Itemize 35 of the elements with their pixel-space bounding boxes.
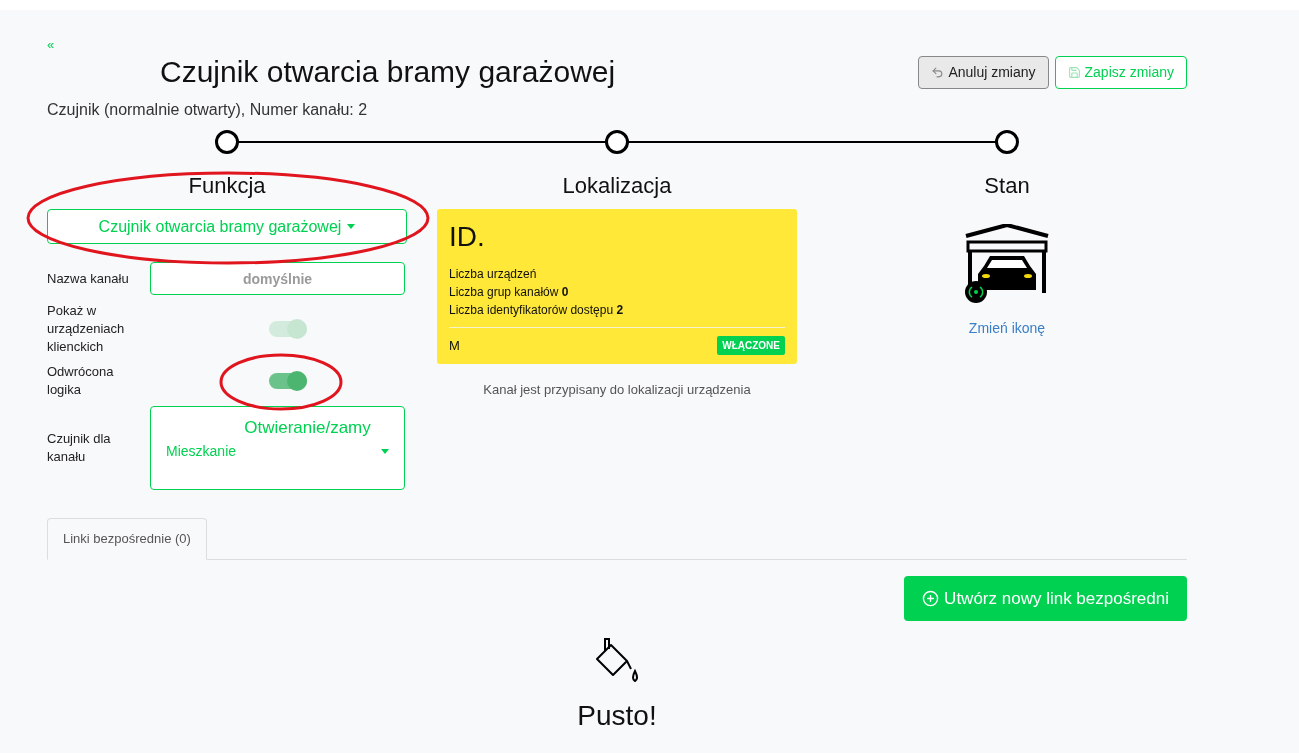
field-label: Odwrócona logika [47,363,115,399]
select-option-text: Otwieranie/zamy [244,417,371,439]
create-link-button[interactable]: Utwórz nowy link bezpośredni [904,576,1187,621]
tab[interactable]: Linki bezpośrednie (0) [47,518,207,560]
field-label: Pokaż w urządzeniach klienckich [47,302,126,356]
select-value: Mieszkanie [166,441,237,461]
save-button[interactable]: Zapisz zmiany [1054,55,1187,89]
status-badge: WŁĄCZONE [717,336,785,356]
change-icon-link[interactable]: Zmień ikonę [968,318,1046,339]
function-select[interactable]: Czujnik otwarcia bramy garażowej [47,209,407,244]
channel-subtitle: Czujnik (normalnie otwarty), Numer kanału: 2 [47,100,369,120]
location-note: Kanał jest przypisany do lokalizacji urządzenia [483,380,751,399]
field-label: Czujnik dla kanału [47,430,112,466]
location-stat: Liczba grup kanałów 0 [449,284,570,301]
location-stat: Liczba urządzeń [449,266,538,283]
save-icon [1067,65,1081,79]
step-label: Lokalizacja [562,172,672,200]
cancel-button[interactable]: Anuluj zmiany [918,55,1049,89]
toggle-switch[interactable] [268,373,307,389]
channel-select[interactable]: Otwieranie/zamy Mieszkanie [150,406,405,490]
location-stat: Liczba identyfikatorów dostępu 2 [449,302,625,319]
caret-icon [381,448,389,454]
caret-icon [347,224,356,229]
page-title: Czujnik otwarcia bramy garażowej [160,54,616,90]
step-label: Stan [984,172,1030,200]
back-link[interactable]: « [47,37,55,52]
undo-icon [931,65,945,79]
add-icon [922,590,940,607]
garage-car-icon [964,224,1050,304]
location-id: ID. [449,220,486,254]
empty-message: Pusto! [577,699,657,733]
field-label: Nazwa kanału [47,269,130,288]
location-footer-text: M [449,337,460,355]
step-label: Funkcja [188,172,266,200]
channel-name-field[interactable]: domyślnie [150,262,405,295]
